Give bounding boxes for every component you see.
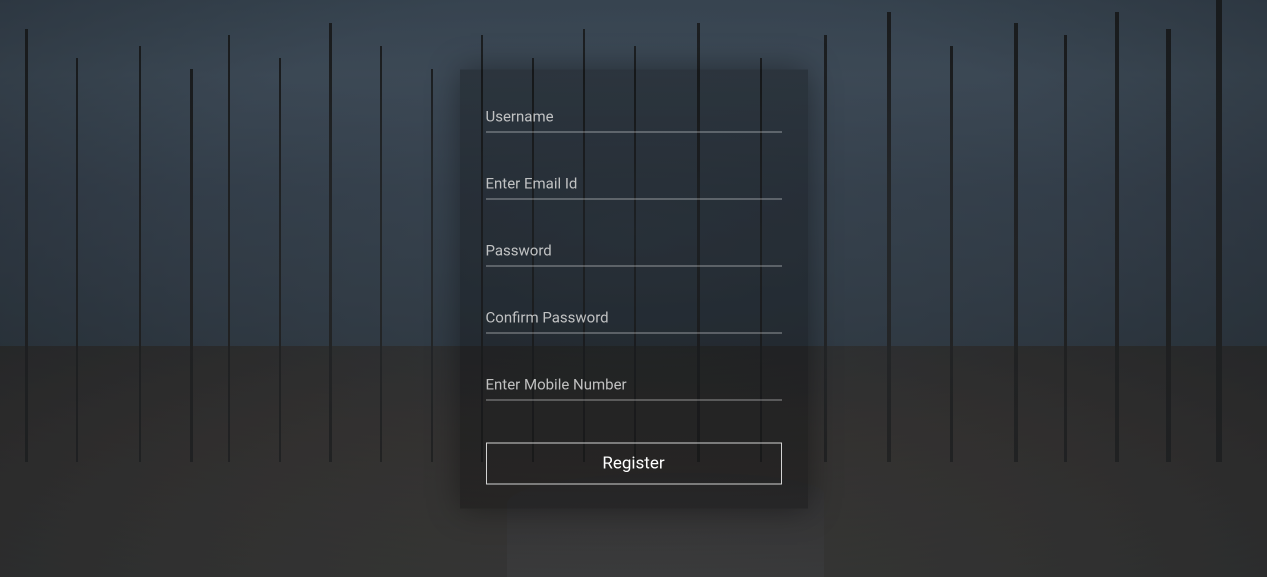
register-form-card: Register [460,69,808,508]
register-button[interactable]: Register [486,442,782,484]
email-field-wrapper [486,168,782,199]
password-input[interactable] [486,235,782,266]
username-field-wrapper [486,101,782,132]
mobile-field-wrapper [486,369,782,400]
confirm-password-field-wrapper [486,302,782,333]
email-input[interactable] [486,168,782,199]
password-field-wrapper [486,235,782,266]
confirm-password-input[interactable] [486,302,782,333]
mobile-input[interactable] [486,369,782,400]
username-input[interactable] [486,101,782,132]
